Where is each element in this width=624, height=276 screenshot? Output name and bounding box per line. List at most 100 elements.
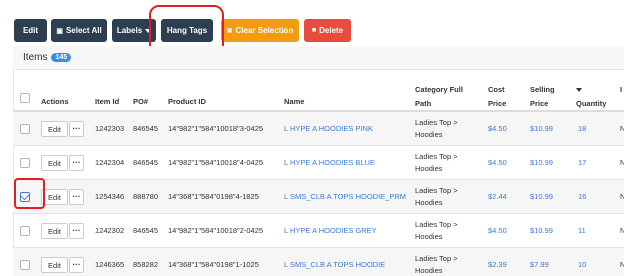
row-checkbox[interactable] (20, 260, 30, 270)
cell-item-id: 1242302 (95, 226, 125, 235)
row-checkbox[interactable] (20, 124, 30, 134)
row-more-button[interactable]: ··· (69, 121, 84, 137)
cell-truncated: N (620, 124, 624, 133)
col-selling-line1: Selling (530, 85, 555, 94)
row-checkbox[interactable] (20, 158, 30, 168)
labels-button-label: Labels (116, 26, 143, 35)
items-count-badge: 145 (51, 53, 72, 62)
col-quantity[interactable]: Quantity (576, 84, 606, 110)
cell-po: 846545 (133, 226, 159, 235)
check-square-icon: ▣ (56, 27, 63, 35)
col-selling-price[interactable]: Selling Price (530, 84, 555, 110)
cell-truncated: N (620, 226, 624, 235)
cell-category: Ladies Top > Hoodies (415, 118, 458, 140)
delete-button[interactable]: ■ Delete (304, 19, 351, 42)
clear-selection-button-label: Clear Selection (235, 26, 294, 35)
col-category[interactable]: Category Full Path (415, 84, 463, 110)
col-truncated: I (620, 85, 623, 94)
table-row[interactable]: Edit ··· 1246365 858282 14"368"1"584"0198"1-… (13, 248, 624, 276)
trash-icon: ■ (311, 27, 317, 34)
row-edit-button[interactable]: Edit (41, 155, 68, 171)
cell-truncated: N (620, 158, 624, 167)
edit-button[interactable]: Edit (14, 19, 47, 42)
cell-selling-price: $10.99 (530, 192, 553, 201)
cell-cost-price: $4.50 (488, 226, 507, 235)
cell-category-line1: Ladies Top > (415, 152, 458, 161)
col-actions: Actions (41, 97, 69, 106)
cell-product-id: 14"982"1"584"10018"3-0425 (168, 124, 264, 133)
cell-item-id: 1242304 (95, 158, 125, 167)
cell-category-line1: Ladies Top > (415, 254, 458, 263)
cell-category-line1: Ladies Top > (415, 220, 458, 229)
cell-quantity: 18 (578, 124, 587, 133)
select-all-button[interactable]: ▣ Select All (51, 19, 107, 42)
cell-quantity: 10 (578, 260, 587, 269)
cell-category: Ladies Top > Hoodies (415, 254, 458, 276)
toolbar: Edit ▣ Select All Labels Hang Tags ✖ Cle… (0, 0, 624, 45)
cell-product-id: 14"368"1"584"0198"1-1025 (168, 260, 259, 269)
cell-name-link[interactable]: L HYPE A HOODIES BLUE (284, 158, 375, 168)
table-row[interactable]: Edit ··· 1242302 846545 14"982"1"584"10018"2… (13, 214, 624, 248)
col-category-line2: Path (415, 99, 432, 108)
cell-truncated: N (620, 260, 624, 269)
cell-selling-price: $10.99 (530, 226, 553, 235)
cell-quantity: 17 (578, 158, 587, 167)
items-panel-header: Items 145 (13, 46, 624, 70)
cell-item-id: 1254346 (95, 192, 125, 201)
cell-name-link[interactable]: L HYPE A HOODIES PINK (284, 124, 373, 134)
edit-button-label: Edit (22, 26, 39, 35)
col-item-id[interactable]: Item Id (95, 96, 119, 108)
select-all-button-label: Select All (65, 26, 102, 35)
cell-category-line2: Hoodies (415, 198, 443, 207)
cell-cost-price: $2.44 (488, 192, 507, 201)
row-edit-button[interactable]: Edit (41, 223, 68, 239)
col-quantity-label: Quantity (576, 99, 607, 108)
cell-truncated: N (620, 192, 624, 201)
row-more-button[interactable]: ··· (69, 257, 84, 273)
cell-category-line2: Hoodies (415, 266, 443, 275)
cell-po: 846545 (133, 158, 159, 167)
cell-selling-price: $7.99 (530, 260, 549, 269)
col-cost-price[interactable]: Cost Price (488, 84, 506, 110)
row-checkbox[interactable] (20, 226, 30, 236)
sort-desc-icon (576, 88, 582, 93)
cell-category-line1: Ladies Top > (415, 186, 458, 195)
table-header: Actions Item Id PO# Product ID Name Cate… (13, 78, 624, 112)
row-more-button[interactable]: ··· (69, 155, 84, 171)
cell-product-id: 14"982"1"584"10018"4-0425 (168, 158, 264, 167)
cell-name-link[interactable]: L HYPE A HOODIES GREY (284, 226, 377, 236)
cell-product-id: 14"982"1"584"10018"2-0425 (168, 226, 264, 235)
cell-cost-price: $4.50 (488, 158, 507, 167)
cell-po: 858282 (133, 260, 159, 269)
table-row[interactable]: Edit ··· 1254346 888780 14"368"1"584"0198"4-… (13, 180, 624, 214)
table-row[interactable]: Edit ··· 1242303 846545 14"982"1"584"10018"3… (13, 112, 624, 146)
cell-item-id: 1242303 (95, 124, 125, 133)
cell-po: 888780 (133, 192, 159, 201)
select-all-checkbox[interactable] (20, 93, 30, 103)
clear-selection-button[interactable]: ✖ Clear Selection (221, 19, 299, 42)
cell-name-link[interactable]: L SMS_CLB A TOPS HOODIE (284, 260, 385, 270)
col-po[interactable]: PO# (133, 96, 148, 108)
col-category-line1: Category Full (415, 85, 463, 94)
row-edit-button[interactable]: Edit (41, 257, 68, 273)
delete-button-label: Delete (319, 26, 344, 35)
col-product-id[interactable]: Product ID (168, 96, 206, 108)
cell-selling-price: $10.99 (530, 158, 553, 167)
row-edit-button[interactable]: Edit (41, 189, 68, 205)
cell-product-id: 14"368"1"584"0198"4-1825 (168, 192, 259, 201)
x-circle-icon: ✖ (226, 27, 233, 35)
col-name[interactable]: Name (284, 96, 304, 108)
cell-category-line2: Hoodies (415, 130, 443, 139)
cell-cost-price: $4.50 (488, 124, 507, 133)
cell-selling-price: $10.99 (530, 124, 553, 133)
cell-name-link[interactable]: L SMS_CLB A TOPS HOODIE_PRM (284, 192, 406, 202)
cell-category: Ladies Top > Hoodies (415, 152, 458, 174)
col-selling-line2: Price (530, 99, 549, 108)
table-row[interactable]: Edit ··· 1242304 846545 14"982"1"584"10018"4… (13, 146, 624, 180)
cell-category-line2: Hoodies (415, 232, 443, 241)
row-more-button[interactable]: ··· (69, 189, 84, 205)
cell-cost-price: $2.39 (488, 260, 507, 269)
row-edit-button[interactable]: Edit (41, 121, 68, 137)
cell-quantity: 16 (578, 192, 587, 201)
row-more-button[interactable]: ··· (69, 223, 84, 239)
